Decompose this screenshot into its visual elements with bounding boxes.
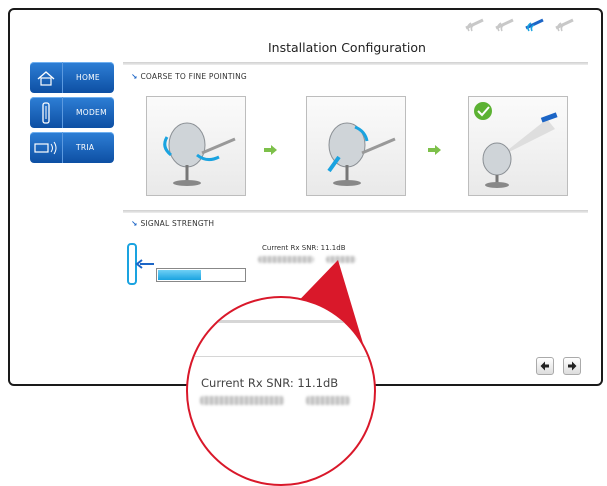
zoom-divider (188, 356, 374, 357)
zoom-callout (186, 296, 376, 486)
blurred-text (306, 396, 350, 405)
blurred-text (200, 396, 284, 405)
zoom-snr-readout: Current Rx SNR: 11.1dB (201, 376, 339, 390)
zoom-divider (188, 320, 374, 323)
